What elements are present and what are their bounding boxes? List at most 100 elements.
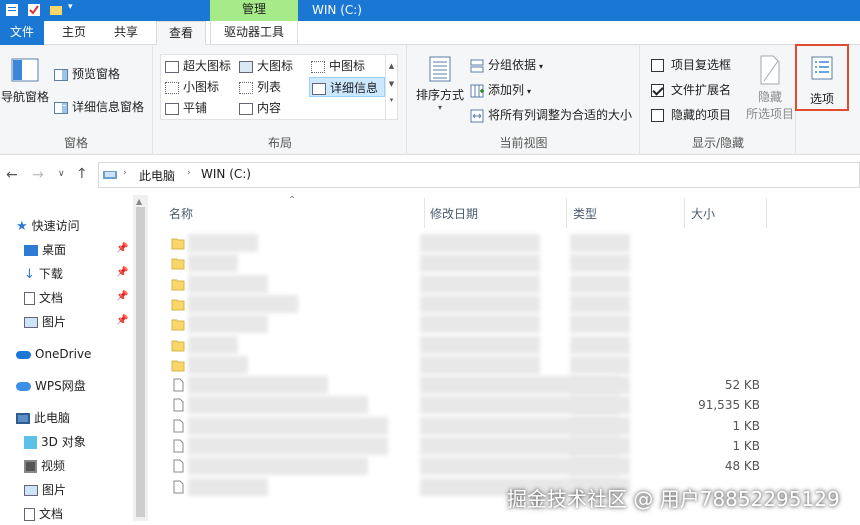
table-row[interactable] xyxy=(168,274,788,294)
layout-small-icons[interactable]: 小图标 xyxy=(165,77,219,97)
layout-content[interactable]: 内容 xyxy=(239,98,281,118)
details-pane-button[interactable]: 详细信息窗格 xyxy=(54,97,144,117)
hidden-items-toggle[interactable]: 隐藏的项目 xyxy=(651,105,731,125)
column-size[interactable]: 大小 xyxy=(691,205,715,222)
layout-extra-large-icons[interactable]: 超大图标 xyxy=(165,56,231,76)
blurred-type xyxy=(570,315,630,334)
column-separator[interactable] xyxy=(684,198,685,228)
nav-pictures[interactable]: 图片 xyxy=(24,311,66,333)
table-row[interactable]: 52 KB xyxy=(168,375,788,395)
table-row[interactable] xyxy=(168,233,788,253)
column-separator[interactable] xyxy=(424,198,425,228)
expand-gallery-icon[interactable]: ▾ xyxy=(386,95,397,105)
layout-tiles[interactable]: 平铺 xyxy=(165,98,207,118)
table-row[interactable] xyxy=(168,314,788,334)
column-type[interactable]: 类型 xyxy=(573,205,597,222)
table-row[interactable] xyxy=(168,294,788,314)
layout-list[interactable]: 列表 xyxy=(239,77,281,97)
nav-documents[interactable]: 文档 xyxy=(24,287,63,309)
table-row[interactable] xyxy=(168,253,788,273)
file-extensions-checkbox[interactable] xyxy=(651,84,664,97)
column-date-modified[interactable]: 修改日期 xyxy=(430,205,478,222)
back-arrow-icon[interactable]: ← xyxy=(6,167,18,183)
layout-gallery-scroll[interactable]: ▲ ▼ ▾ xyxy=(386,54,398,120)
blurred-name xyxy=(188,416,388,435)
table-row[interactable]: 1 KB xyxy=(168,436,788,456)
column-separator[interactable] xyxy=(566,198,567,228)
breadcrumb-current[interactable]: WIN (C:) xyxy=(201,167,251,181)
nav-desktop[interactable]: 桌面 xyxy=(24,239,66,261)
tab-view[interactable]: 查看 xyxy=(156,21,206,46)
table-row[interactable]: 1 KB xyxy=(168,416,788,436)
blurred-name xyxy=(188,335,238,354)
nav-documents-pc[interactable]: 文档 xyxy=(24,503,63,525)
new-folder-icon[interactable] xyxy=(49,3,63,17)
preview-pane-label: 预览窗格 xyxy=(72,67,121,81)
layout-tiles-label: 平铺 xyxy=(183,101,208,115)
blurred-date xyxy=(420,254,540,273)
blurred-type xyxy=(570,274,630,293)
address-box[interactable]: › 此电脑 › WIN (C:) xyxy=(98,162,860,188)
blurred-name xyxy=(188,274,268,293)
nav-wps-drive[interactable]: WPS网盘 xyxy=(16,375,86,397)
scroll-up-icon[interactable]: ▲ xyxy=(136,197,142,206)
tab-drive-tools[interactable]: 驱动器工具 xyxy=(210,21,298,45)
nav-onedrive[interactable]: OneDrive xyxy=(16,343,91,365)
file-icon xyxy=(173,378,184,392)
pictures-icon xyxy=(24,317,38,328)
forward-arrow-icon[interactable]: → xyxy=(32,167,44,183)
quick-access-dropdown-icon[interactable]: ▾ xyxy=(68,2,73,12)
manage-context-tab[interactable]: 管理 xyxy=(210,0,298,21)
nav-3d-objects[interactable]: 3D 对象 xyxy=(24,431,86,453)
tab-file[interactable]: 文件 xyxy=(0,21,44,45)
blurred-name xyxy=(188,437,388,455)
file-extensions-toggle[interactable]: 文件扩展名 xyxy=(651,80,731,100)
hidden-items-checkbox[interactable] xyxy=(651,109,664,122)
nav-downloads[interactable]: ↓ 下载 xyxy=(24,263,63,285)
scrollbar-thumb[interactable] xyxy=(136,207,145,517)
checklist-icon[interactable] xyxy=(27,3,41,17)
tab-share[interactable]: 共享 xyxy=(104,21,148,45)
blurred-type xyxy=(570,254,630,273)
scroll-up-icon[interactable]: ▲ xyxy=(386,61,397,71)
sort-by-button[interactable]: 排序方式 ▾ xyxy=(412,55,468,112)
column-name[interactable]: 名称 xyxy=(169,205,193,222)
nav-videos[interactable]: 视频 xyxy=(24,455,65,477)
nav-pane-scrollbar[interactable]: ▲ xyxy=(133,195,148,521)
document-icon xyxy=(24,292,35,305)
layout-details[interactable]: 详细信息 xyxy=(309,77,385,97)
table-row[interactable] xyxy=(168,355,788,375)
table-row[interactable] xyxy=(168,335,788,355)
recent-locations-icon[interactable]: ∨ xyxy=(58,169,65,179)
folder-icon xyxy=(171,319,185,331)
preview-pane-button[interactable]: 预览窗格 xyxy=(54,64,120,84)
properties-icon[interactable] xyxy=(5,3,19,17)
add-columns-button[interactable]: 添加列 ▾ xyxy=(470,80,531,100)
group-by-button[interactable]: 分组依据 ▾ xyxy=(470,55,543,75)
scroll-down-icon[interactable]: ▼ xyxy=(386,79,397,89)
table-row[interactable]: 48 KB xyxy=(168,456,788,476)
breadcrumb-this-pc[interactable]: 此电脑 xyxy=(139,167,175,184)
blurred-type xyxy=(570,294,630,313)
layout-large-icons[interactable]: 大图标 xyxy=(239,56,293,76)
blurred-name xyxy=(188,376,328,395)
item-checkboxes-checkbox[interactable] xyxy=(651,59,664,72)
layout-medium-icons[interactable]: 中图标 xyxy=(311,56,365,76)
preview-pane-icon xyxy=(54,68,68,81)
nav-pictures-pc[interactable]: 图片 xyxy=(24,479,66,501)
current-view-group: 排序方式 ▾ 分组依据 ▾ 添加列 ▾ 将所有列调整为合适的大小 当前视图 xyxy=(408,45,640,155)
item-checkboxes-toggle[interactable]: 项目复选框 xyxy=(651,55,731,75)
nav-documents-pc-label: 文档 xyxy=(39,507,64,521)
nav-quick-access[interactable]: ★ 快速访问 xyxy=(16,215,80,237)
nav-this-pc[interactable]: 此电脑 xyxy=(16,407,70,429)
up-arrow-icon[interactable]: ↑ xyxy=(76,166,88,182)
table-row[interactable]: 91,535 KB xyxy=(168,395,788,415)
hide-selected-items-button[interactable]: 隐藏 所选项目 xyxy=(745,55,795,122)
column-separator[interactable] xyxy=(766,198,767,228)
sort-by-dropdown-icon: ▾ xyxy=(437,103,442,112)
size-all-columns-button[interactable]: 将所有列调整为合适的大小 xyxy=(470,105,632,125)
navigation-pane: ★ 快速访问 桌面 📌 ↓ 下载 📌 文档 📌 图片 📌 OneDrive WPS网… xyxy=(0,195,148,521)
tab-home[interactable]: 主页 xyxy=(52,21,96,45)
blurred-name xyxy=(188,315,268,334)
navigation-pane-button[interactable]: 导航窗格 xyxy=(0,57,50,105)
